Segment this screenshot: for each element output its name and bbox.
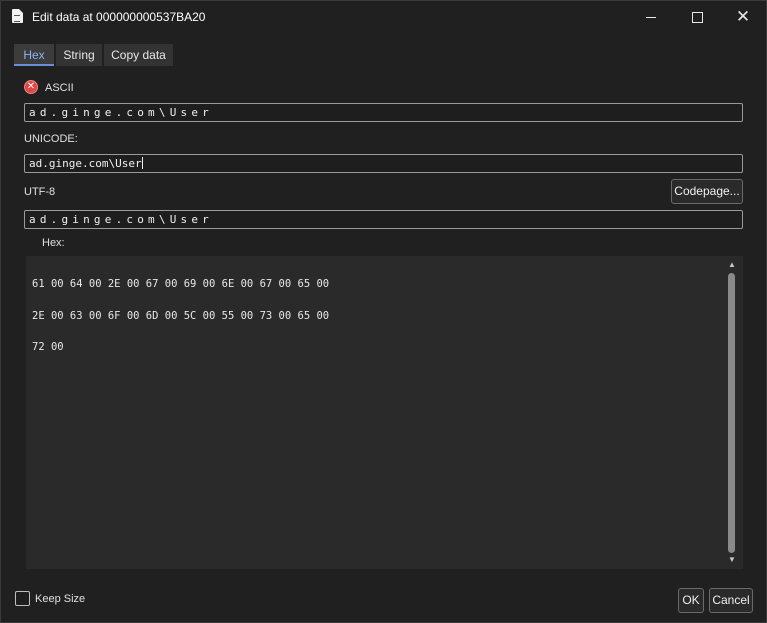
- title-bar[interactable]: Edit data at 000000000537BA20 ✕: [1, 1, 766, 33]
- ok-button[interactable]: OK: [678, 588, 704, 613]
- close-icon: ✕: [735, 6, 751, 27]
- tab-hex[interactable]: Hex: [14, 44, 54, 66]
- hex-line: 61 00 64 00 2E 00 67 00 69 00 6E 00 67 0…: [32, 278, 330, 290]
- tab-copy-data[interactable]: Copy data: [104, 44, 173, 66]
- dialog-title: Edit data at 000000000537BA20: [32, 10, 206, 24]
- hex-scrollbar[interactable]: ▲ ▼: [724, 257, 740, 568]
- utf8-label: UTF-8: [24, 186, 56, 198]
- scroll-down-icon[interactable]: ▼: [724, 554, 740, 566]
- unicode-label: UNICODE:: [24, 133, 78, 145]
- edit-data-dialog: Edit data at 000000000537BA20 ✕ Hex Stri…: [0, 0, 767, 623]
- error-icon: ✕: [24, 80, 38, 94]
- hex-line: 72 00: [32, 341, 64, 353]
- maximize-button[interactable]: [674, 1, 720, 33]
- keep-size-checkbox[interactable]: [15, 591, 30, 606]
- cancel-button[interactable]: Cancel: [709, 588, 753, 613]
- close-button[interactable]: ✕: [720, 1, 766, 33]
- minimize-icon: [646, 16, 656, 18]
- document-icon: [12, 9, 23, 23]
- scroll-up-icon[interactable]: ▲: [724, 259, 740, 271]
- minimize-button[interactable]: [628, 1, 674, 33]
- text-caret: [141, 157, 143, 169]
- tab-bar: Hex String Copy data: [14, 44, 173, 66]
- tab-string[interactable]: String: [56, 44, 102, 66]
- hex-line: 2E 00 63 00 6F 00 6D 00 5C 00 55 00 73 0…: [32, 309, 330, 322]
- hex-content: 61 00 64 00 2E 00 67 00 69 00 6E 00 67 0…: [32, 258, 329, 374]
- keep-size-label: Keep Size: [35, 593, 86, 605]
- ascii-label: ASCII: [45, 82, 74, 94]
- unicode-field-text: ad.ginge.com\User: [29, 157, 142, 170]
- ascii-field[interactable]: ad.ginge.com\User: [24, 103, 743, 122]
- maximize-icon: [691, 11, 703, 23]
- utf8-field[interactable]: ad.ginge.com\User: [24, 210, 743, 229]
- hex-label: Hex:: [42, 237, 65, 249]
- unicode-field[interactable]: ad.ginge.com\User: [24, 154, 743, 173]
- scroll-thumb[interactable]: [728, 273, 735, 553]
- hex-editor[interactable]: 61 00 64 00 2E 00 67 00 69 00 6E 00 67 0…: [26, 256, 743, 569]
- codepage-button[interactable]: Codepage...: [671, 179, 743, 204]
